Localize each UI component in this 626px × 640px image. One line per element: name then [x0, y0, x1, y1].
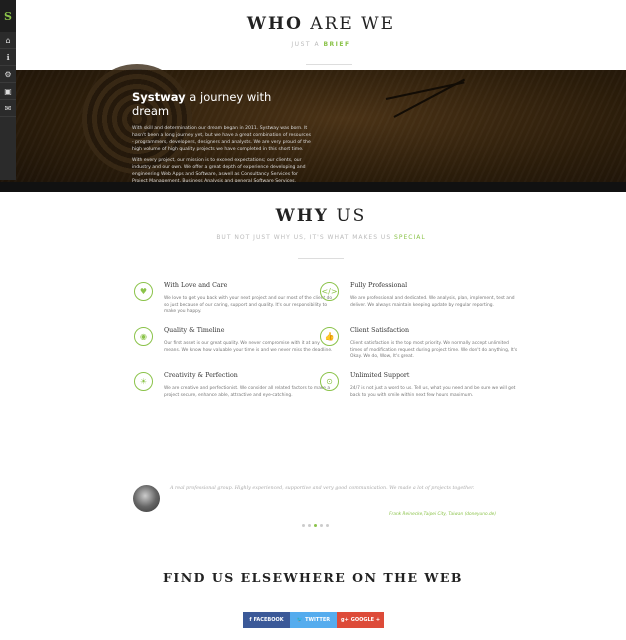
- cogs-icon[interactable]: ⚙: [0, 66, 16, 83]
- testimonial-section: A real professional group. Highly experi…: [0, 475, 626, 545]
- about-heading: Systway a journey with dream: [132, 90, 272, 118]
- divider: [298, 258, 344, 259]
- twitter-button[interactable]: 🐦 TWITTER: [290, 612, 337, 628]
- feature-text: Client satisfaction is the top most prio…: [350, 341, 518, 360]
- google-plus-icon: g+: [340, 617, 349, 623]
- eye-icon: ◉: [134, 327, 153, 346]
- testimonial-author: Frank Reinecke,Taipei City, Taiwan (done…: [389, 512, 496, 517]
- social-buttons: f FACEBOOK 🐦 TWITTER g+ GOOGLE +: [243, 612, 384, 628]
- feature-title: With Love and Care: [164, 282, 228, 289]
- social-label: GOOGLE +: [350, 617, 381, 623]
- darts-image: [376, 76, 466, 126]
- lightbulb-icon: ☀: [134, 372, 153, 391]
- google-plus-button[interactable]: g+ GOOGLE +: [337, 612, 384, 628]
- who-are-we-section: WHO ARE WE JUST A BRIEF: [16, 0, 626, 70]
- side-navigation: S ⌂ ℹ ⚙ ▣ ✉: [0, 0, 16, 180]
- feature-text: We are creative and perfectionist. We co…: [164, 386, 331, 398]
- feature-text: We are professional and dedicated. We an…: [350, 296, 515, 308]
- heart-icon: ♥: [134, 282, 153, 301]
- feature-title: Creativity & Perfection: [164, 372, 238, 379]
- feature-title: Client Satisfaction: [350, 327, 410, 334]
- section-subtitle: JUST A BRIEF: [291, 41, 351, 48]
- carousel-dot[interactable]: [320, 524, 323, 527]
- social-label: FACEBOOK: [253, 617, 284, 623]
- section-subtitle: BUT NOT JUST WHY US, IT'S WHAT MAKES US …: [216, 234, 426, 241]
- facebook-button[interactable]: f FACEBOOK: [243, 612, 290, 628]
- carousel-dot[interactable]: [326, 524, 329, 527]
- carousel-dot[interactable]: [308, 524, 311, 527]
- support-icon: ⊙: [320, 372, 339, 391]
- feature-text: We love to get you back with your next p…: [164, 296, 333, 315]
- section-title: WHO ARE WE: [246, 14, 396, 34]
- info-icon[interactable]: ℹ: [0, 49, 16, 66]
- about-paragraph-1: With skill and determination our dream b…: [132, 126, 312, 152]
- code-icon: </>: [320, 282, 339, 301]
- divider: [306, 64, 352, 65]
- briefcase-icon[interactable]: ▣: [0, 83, 16, 100]
- envelope-icon[interactable]: ✉: [0, 100, 16, 117]
- twitter-icon: 🐦: [296, 617, 304, 623]
- social-label: TWITTER: [305, 617, 331, 623]
- feature-title: Quality & Timeline: [164, 327, 225, 334]
- thumbs-up-icon: 👍: [320, 327, 339, 346]
- feature-text: 24/7 is not just a word to us. Tell us, …: [350, 386, 516, 398]
- about-paragraph-2: With every project, our mission is to ex…: [132, 158, 306, 184]
- section-title: WHY US: [275, 206, 367, 226]
- feature-title: Fully Professional: [350, 282, 408, 289]
- carousel-dots: [302, 524, 329, 527]
- facebook-icon: f: [249, 617, 252, 623]
- feature-title: Unlimited Support: [350, 372, 410, 379]
- logo[interactable]: S: [0, 0, 16, 32]
- home-icon[interactable]: ⌂: [0, 32, 16, 49]
- carousel-dot[interactable]: [314, 524, 317, 527]
- avatar: [133, 485, 160, 512]
- section-title: FIND US ELSEWHERE ON THE WEB: [163, 570, 463, 585]
- carousel-dot[interactable]: [302, 524, 305, 527]
- testimonial-quote: A real professional group. Highly experi…: [170, 486, 475, 491]
- feature-text: Our first asset is our great quality. We…: [164, 341, 333, 353]
- about-text: Systway a journey with dream With skill …: [132, 90, 312, 189]
- band-bottom-strip: [0, 182, 626, 192]
- logo-mark: S: [4, 9, 12, 23]
- about-banner: Systway a journey with dream With skill …: [0, 64, 626, 192]
- why-us-section: WHY US BUT NOT JUST WHY US, IT'S WHAT MA…: [16, 192, 626, 452]
